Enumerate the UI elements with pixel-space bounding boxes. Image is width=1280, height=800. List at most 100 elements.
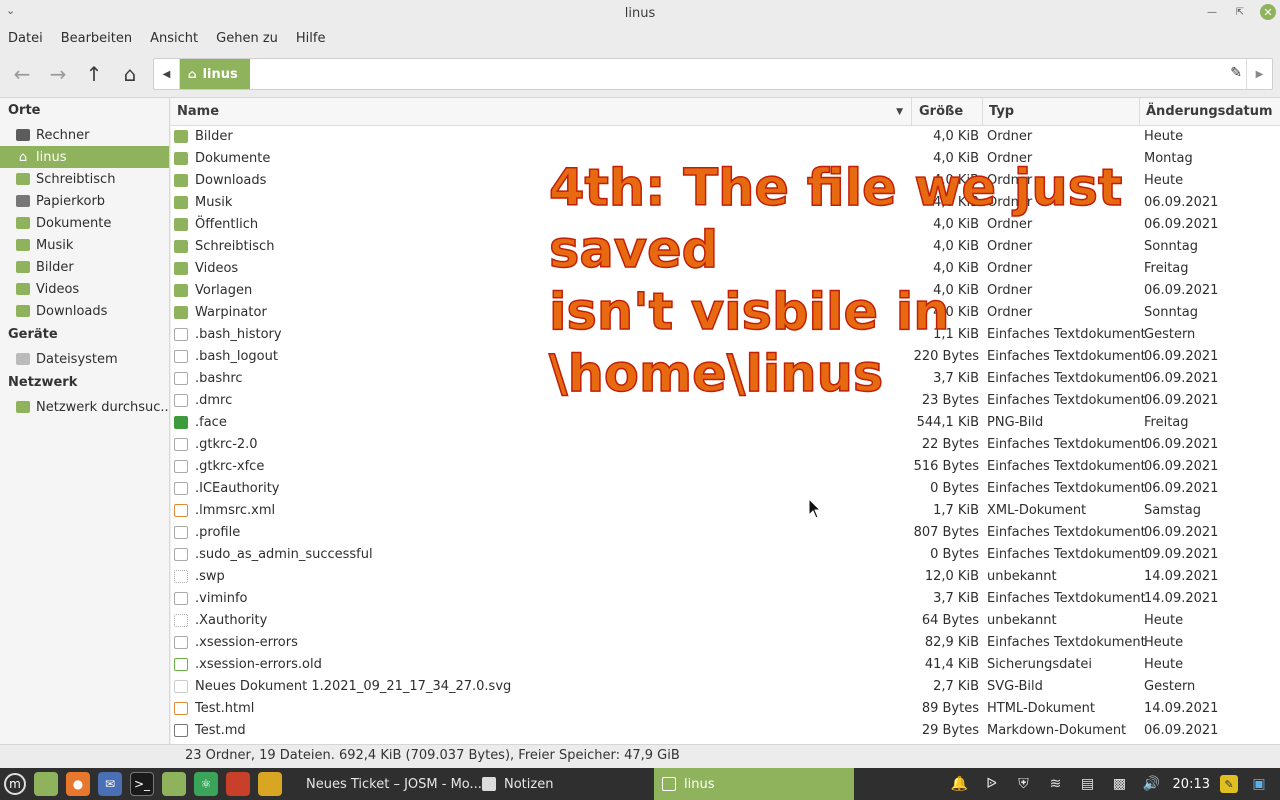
breadcrumb[interactable]: ⌂ linus xyxy=(180,59,250,89)
annotation-line: \home\linus xyxy=(548,344,884,405)
sidebar-item-schreibtisch[interactable]: Schreibtisch xyxy=(0,168,169,190)
path-left-arrow-icon[interactable]: ◀ xyxy=(154,59,180,89)
file-size: 41,4 KiB xyxy=(924,657,979,672)
file-row[interactable]: .ICEauthority 0 Bytes Einfaches Textdokume… xyxy=(171,478,1280,500)
file-name: .face xyxy=(195,415,227,430)
file-row[interactable]: .lmmsrc.xml 1,7 KiB XML-Dokument Samstag xyxy=(171,500,1280,522)
file-row[interactable]: .viminfo 3,7 KiB Einfaches Textdokument 14.… xyxy=(171,588,1280,610)
sidebar-item-linus[interactable]: ⌂ linus xyxy=(0,146,169,168)
sidebar-item-label: Musik xyxy=(36,237,74,253)
firefox-icon[interactable]: ● xyxy=(66,772,90,796)
sidebar-item-netzwerk-durchsuc[interactable]: Netzwerk durchsuc... xyxy=(0,396,169,418)
folder-file-icon xyxy=(174,218,188,231)
file-size: 544,1 KiB xyxy=(916,415,979,430)
file-name: .gtkrc-xfce xyxy=(195,459,265,474)
mail-icon[interactable]: ✉ xyxy=(98,772,122,796)
backup-file-icon xyxy=(174,658,188,671)
file-row[interactable]: .face 544,1 KiB PNG-Bild Freitag xyxy=(171,412,1280,434)
doc-file-icon xyxy=(174,592,188,605)
file-row[interactable]: .gtkrc-xfce 516 Bytes Einfaches Textdokume… xyxy=(171,456,1280,478)
clipboard-icon[interactable]: ▤ xyxy=(1077,773,1099,795)
column-header-name[interactable]: Name ▼ xyxy=(171,98,912,126)
file-row[interactable]: Test.html 89 Bytes HTML-Dokument 14.09.2021 xyxy=(171,698,1280,720)
sidebar-item-dokumente[interactable]: Dokumente xyxy=(0,212,169,234)
file-name: Musik xyxy=(195,195,233,210)
sidebar-item-label: Schreibtisch xyxy=(36,171,116,187)
wifi-icon[interactable]: ≋ xyxy=(1045,773,1067,795)
mint-menu-icon[interactable]: m xyxy=(4,773,26,795)
notes-tray-icon[interactable]: ✎ xyxy=(1220,775,1238,793)
column-header-date[interactable]: Änderungsdatum xyxy=(1140,98,1280,126)
sidebar-item-bilder[interactable]: Bilder xyxy=(0,256,169,278)
taskbar-task[interactable]: linus xyxy=(654,768,854,800)
path-right-arrow-icon[interactable]: ▶ xyxy=(1246,59,1272,89)
file-row[interactable]: Test.md 29 Bytes Markdown-Dokument 06.09.20… xyxy=(171,720,1280,742)
back-arrow-icon[interactable]: ← xyxy=(8,60,36,88)
column-header-size[interactable]: Größe xyxy=(913,98,983,126)
file-size: 3,7 KiB xyxy=(933,591,979,606)
sidebar-item-videos[interactable]: Videos xyxy=(0,278,169,300)
clock[interactable]: 20:13 xyxy=(1173,777,1210,792)
sidebar-item-downloads[interactable]: Downloads xyxy=(0,300,169,322)
sidebar-item-papierkorb[interactable]: Papierkorb xyxy=(0,190,169,212)
screenshot-icon[interactable]: ▣ xyxy=(1248,773,1270,795)
forward-arrow-icon[interactable]: → xyxy=(44,60,72,88)
taskbar-task[interactable]: Neues Ticket – JOSM - Mo... xyxy=(290,768,482,800)
file-row[interactable]: .gtkrc-2.0 22 Bytes Einfaches Textdokument… xyxy=(171,434,1280,456)
show-desktop-icon[interactable] xyxy=(34,772,58,796)
home-small-icon: ⌂ xyxy=(188,67,197,81)
file-row[interactable]: .sudo_as_admin_successful 0 Bytes Einfache… xyxy=(171,544,1280,566)
file-name: .gtkrc-2.0 xyxy=(195,437,258,452)
window-menu-icon[interactable]: ⌄ xyxy=(6,4,15,17)
file-date: 06.09.2021 xyxy=(1144,525,1219,540)
file-row[interactable]: Neues Dokument 1.2021_09_21_17_34_27.0.s… xyxy=(171,676,1280,698)
sidebar-item-dateisystem[interactable]: Dateisystem xyxy=(0,348,169,370)
computer-icon xyxy=(16,129,30,141)
terminal-icon[interactable]: >_ xyxy=(130,772,154,796)
window-title: linus xyxy=(624,5,656,21)
menu-ansicht[interactable]: Ansicht xyxy=(150,31,198,46)
update-manager-icon[interactable]: ▩ xyxy=(1109,773,1131,795)
file-row[interactable]: .Xauthority 64 Bytes unbekannt Heute xyxy=(171,610,1280,632)
sidebar-item-label: Dokumente xyxy=(36,215,112,231)
taskbar-task[interactable]: Notizen xyxy=(474,768,634,800)
atom-icon[interactable]: ⚛ xyxy=(194,772,218,796)
folder-file-icon xyxy=(174,306,188,319)
josm-icon[interactable] xyxy=(258,772,282,796)
files-icon[interactable] xyxy=(162,772,186,796)
file-row[interactable]: .profile 807 Bytes Einfaches Textdokument 0… xyxy=(171,522,1280,544)
file-type: Einfaches Textdokument xyxy=(987,635,1146,650)
edit-path-icon[interactable]: ✎ xyxy=(1230,65,1242,81)
file-type: Einfaches Textdokument xyxy=(987,547,1146,562)
volume-icon[interactable]: 🔊 xyxy=(1141,773,1163,795)
shield-icon[interactable]: ⛨ xyxy=(1013,773,1035,795)
presentation-icon[interactable] xyxy=(226,772,250,796)
sidebar-item-rechner[interactable]: Rechner xyxy=(0,124,169,146)
file-name: Videos xyxy=(195,261,239,276)
maximize-icon[interactable]: ⇱ xyxy=(1232,4,1248,20)
file-row[interactable]: .xsession-errors.old 41,4 KiB Sicherungsda… xyxy=(171,654,1280,676)
file-row[interactable]: .xsession-errors 82,9 KiB Einfaches Textdo… xyxy=(171,632,1280,654)
sidebar-footer xyxy=(0,744,171,768)
close-icon[interactable]: ✕ xyxy=(1260,4,1276,20)
file-row[interactable]: Bilder 4,0 KiB Ordner Heute xyxy=(171,126,1280,148)
menu-datei[interactable]: Datei xyxy=(8,31,43,46)
home-icon[interactable]: ⌂ xyxy=(116,60,144,88)
title-bar: ⌄ linus — ⇱ ✕ xyxy=(0,0,1280,26)
menu-gehen-zu[interactable]: Gehen zu xyxy=(216,31,278,46)
file-name: .lmmsrc.xml xyxy=(195,503,276,518)
minimize-icon[interactable]: — xyxy=(1204,4,1220,20)
file-type: Einfaches Textdokument xyxy=(987,525,1146,540)
file-row[interactable]: .swp 12,0 KiB unbekannt 14.09.2021 xyxy=(171,566,1280,588)
unknown-file-icon xyxy=(174,570,188,583)
notification-bell-icon[interactable]: 🔔 xyxy=(949,773,971,795)
bluetooth-icon[interactable]: ᐉ xyxy=(981,773,1003,795)
menu-hilfe[interactable]: Hilfe xyxy=(296,31,326,46)
column-header-type[interactable]: Typ xyxy=(983,98,1140,126)
sidebar-item-musik[interactable]: Musik xyxy=(0,234,169,256)
file-date: 09.09.2021 xyxy=(1144,547,1219,562)
up-arrow-icon[interactable]: ↑ xyxy=(80,60,108,88)
folder-file-icon xyxy=(174,240,188,253)
menu-bearbeiten[interactable]: Bearbeiten xyxy=(61,31,132,46)
file-date: Heute xyxy=(1144,657,1184,672)
